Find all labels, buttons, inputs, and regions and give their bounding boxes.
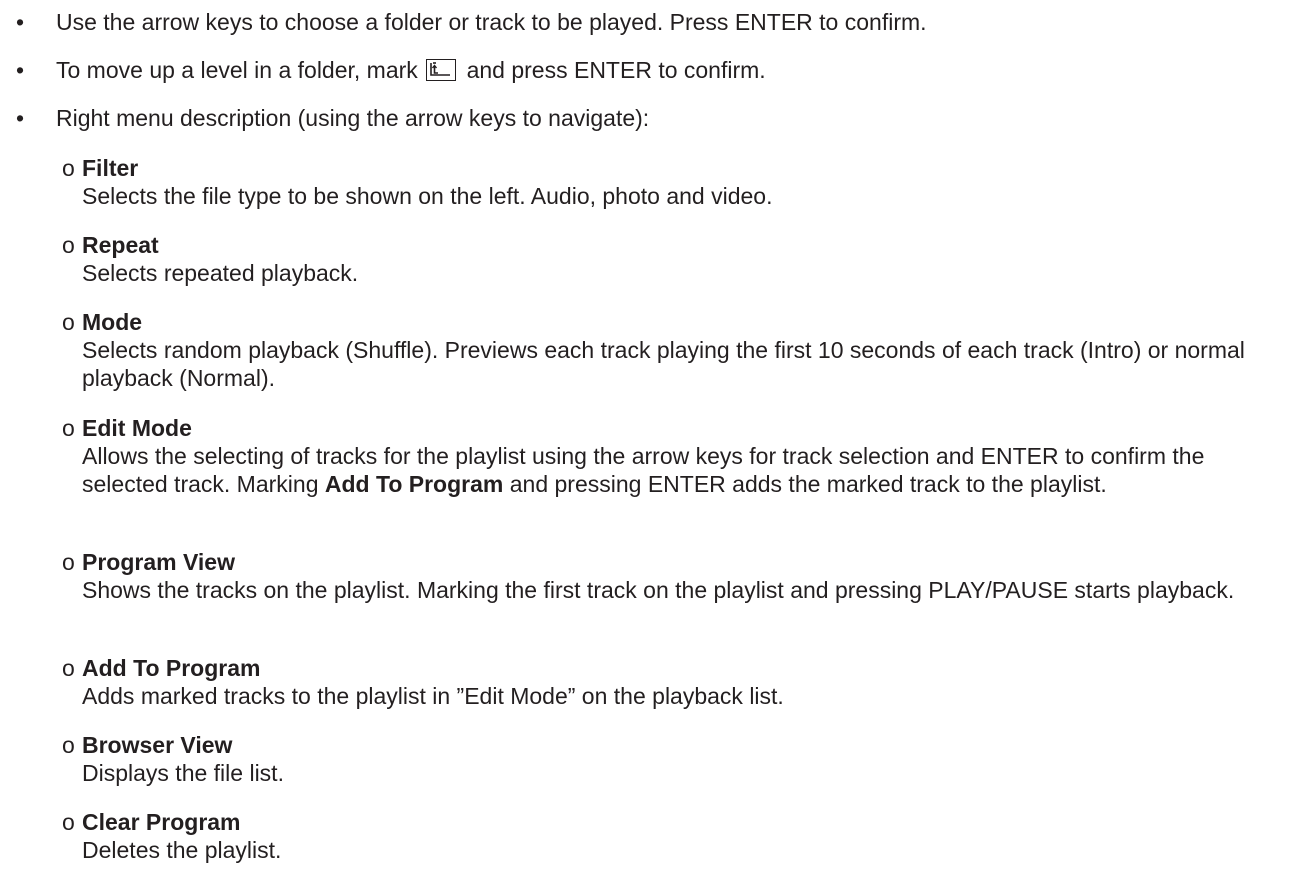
menu-item-title: Repeat — [82, 232, 159, 258]
sub-marker: o — [62, 655, 75, 681]
menu-item-description: Selects repeated playback. — [82, 260, 359, 286]
menu-item-description: Deletes the playlist. — [82, 837, 282, 863]
menu-item-description: Shows the tracks on the playlist. Markin… — [82, 577, 1235, 603]
bullet-text-after: and press ENTER to confirm. — [466, 57, 766, 83]
menu-item-description-bold: Add To Program — [324, 471, 504, 497]
menu-item-description: Selects random playback (Shuffle). Previ… — [82, 337, 1245, 391]
menu-item-title: Edit Mode — [82, 415, 192, 441]
manual-page: • Use the arrow keys to choose a folder … — [0, 0, 1292, 891]
bullet-text: To move up a level in a folder, mark and… — [56, 56, 766, 84]
menu-item-title: Browser View — [82, 732, 233, 758]
menu-item-title: Filter — [82, 155, 139, 181]
menu-item-description: Adds marked tracks to the playlist in ”E… — [82, 683, 784, 709]
bullet-text-before: To move up a level in a folder, mark — [56, 57, 418, 83]
folder-up-icon — [426, 59, 457, 81]
sub-marker: o — [62, 809, 75, 835]
menu-item-description-part: and pressing ENTER adds the marked track… — [503, 471, 1107, 497]
menu-item-title: Add To Program — [82, 655, 261, 681]
sub-marker: o — [62, 415, 75, 441]
sub-marker: o — [62, 732, 75, 758]
menu-item-title: Program View — [82, 549, 235, 575]
bullet-marker: • — [16, 105, 25, 131]
bullet-text: Right menu description (using the arrow … — [56, 105, 650, 131]
menu-item-description: Selects the file type to be shown on the… — [82, 183, 773, 209]
bullet-marker: • — [16, 57, 25, 83]
menu-item-title: Mode — [82, 309, 143, 335]
menu-item-description: Allows the selecting of tracks for the p… — [82, 442, 1282, 498]
menu-item-description: Displays the file list. — [82, 760, 284, 786]
sub-marker: o — [62, 309, 75, 335]
menu-item-title: Clear Program — [82, 809, 241, 835]
sub-marker: o — [62, 155, 75, 181]
sub-marker: o — [62, 232, 75, 258]
bullet-marker: • — [16, 9, 25, 35]
bullet-text: Use the arrow keys to choose a folder or… — [56, 9, 927, 35]
sub-marker: o — [62, 549, 75, 575]
